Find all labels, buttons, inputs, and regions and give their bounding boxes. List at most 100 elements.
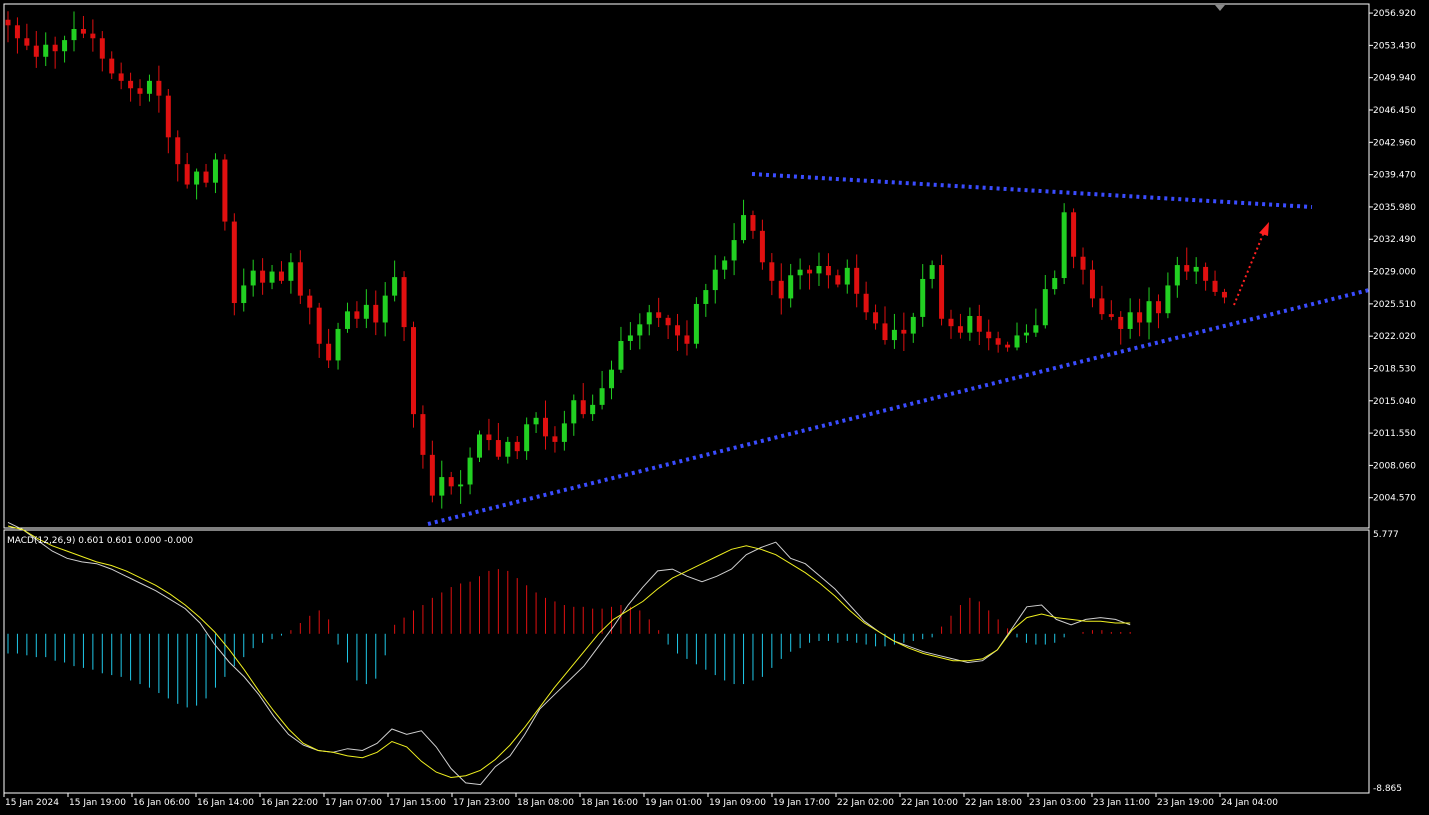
candle-body	[80, 28, 86, 34]
candle-body	[269, 271, 275, 283]
candle-body	[222, 159, 228, 222]
time-tick-label: 18 Jan 16:00	[581, 798, 638, 808]
time-tick-label: 16 Jan 14:00	[197, 798, 254, 808]
candle-body	[844, 267, 850, 285]
time-tick-label: 23 Jan 03:00	[1029, 798, 1086, 808]
candle-body	[712, 269, 718, 291]
candle-body	[1165, 285, 1171, 314]
candle-body	[552, 436, 558, 442]
macd-indicator-pane[interactable]	[3, 529, 1370, 794]
candle-body	[175, 137, 181, 165]
candle-body	[401, 277, 407, 328]
time-tick-label: 22 Jan 18:00	[965, 798, 1022, 808]
time-tick-label: 24 Jan 04:00	[1221, 798, 1278, 808]
price-tick-label: 2025.510	[1373, 300, 1416, 310]
candle-body	[307, 295, 313, 308]
time-tick-label: 15 Jan 19:00	[69, 798, 126, 808]
time-tick-label: 15 Jan 2024	[5, 798, 59, 808]
candle-body	[580, 400, 586, 415]
candle-body	[675, 325, 681, 336]
price-tick-label: 2008.060	[1373, 461, 1416, 471]
candle-body	[71, 28, 77, 41]
candle-body	[128, 80, 134, 89]
candle-body	[637, 324, 643, 336]
candle-body	[1099, 298, 1105, 315]
candle-body	[146, 80, 152, 94]
price-tick-label: 2022.020	[1373, 332, 1416, 342]
candle-body	[684, 335, 690, 344]
candle-body	[656, 312, 662, 318]
candle-body	[1014, 335, 1020, 348]
macd-signal-line	[7, 525, 1131, 779]
time-tick-label: 16 Jan 06:00	[133, 798, 190, 808]
candle-body	[1184, 265, 1190, 272]
price-tick-label: 2053.430	[1373, 41, 1416, 51]
candle-body	[939, 265, 945, 319]
candle-body	[250, 270, 256, 286]
candle-body	[1080, 256, 1086, 270]
candle-body	[891, 329, 897, 341]
candle-body	[920, 278, 926, 317]
candle-body	[807, 269, 813, 274]
candle-body	[373, 304, 379, 323]
candle-body	[33, 45, 39, 57]
macd-indicator-label: MACD(12,26,9) 0.601 0.601 0.000 -0.000	[7, 536, 193, 546]
candle-body	[835, 275, 841, 285]
time-axis[interactable]: 15 Jan 2024 15 Jan 19:00 16 Jan 06:00 16 Ja…	[3, 793, 1278, 808]
macd-axis-max-label: 5.777	[1373, 530, 1399, 540]
candle-body	[505, 441, 511, 457]
time-tick-label: 23 Jan 11:00	[1093, 798, 1150, 808]
candle-body	[750, 215, 756, 231]
candle-body	[278, 271, 284, 281]
candle-body	[873, 312, 879, 324]
candle-body	[184, 164, 190, 185]
candle-body	[665, 317, 671, 326]
candle-body	[863, 293, 869, 313]
macd-axis-min-label: -8.865	[1373, 784, 1402, 794]
time-tick-label: 19 Jan 01:00	[645, 798, 702, 808]
candle-body	[212, 159, 218, 183]
macd-main-line	[7, 521, 1131, 786]
candle-body	[316, 307, 322, 344]
candle-body	[14, 25, 20, 39]
macd-histogram	[7, 569, 1131, 708]
lower-trendline[interactable]	[427, 288, 1370, 526]
price-axis[interactable]: 2056.920 2053.430 2049.940 2046.450 2042.960…	[1369, 9, 1416, 504]
price-tick-label: 2029.000	[1373, 268, 1416, 278]
price-tick-label: 2056.920	[1373, 9, 1416, 19]
candle-body	[109, 58, 115, 74]
projection-arrow-line[interactable]	[1233, 231, 1265, 306]
upper-trendline[interactable]	[751, 172, 1313, 209]
price-tick-label: 2032.490	[1373, 235, 1416, 245]
candle-body	[137, 88, 143, 94]
candlestick-series	[5, 11, 1227, 509]
candle-body	[599, 388, 605, 405]
candle-body	[429, 454, 435, 496]
price-tick-label: 2046.450	[1373, 106, 1416, 116]
candle-body	[43, 44, 49, 57]
candle-body	[901, 329, 907, 334]
candle-body	[335, 328, 341, 361]
candle-body	[392, 277, 398, 296]
main-price-pane[interactable]	[3, 3, 1370, 529]
time-tick-label: 18 Jan 08:00	[517, 798, 574, 808]
candle-body	[52, 44, 58, 52]
chart-shift-marker-icon[interactable]	[1215, 5, 1225, 11]
candle-body	[486, 434, 492, 441]
candle-body	[759, 230, 765, 263]
time-tick-label: 23 Jan 19:00	[1157, 798, 1214, 808]
candle-body	[203, 171, 209, 183]
candle-body	[477, 434, 482, 458]
candle-body	[741, 215, 747, 241]
candle-body	[514, 441, 520, 452]
candle-body	[1221, 291, 1227, 298]
candle-body	[590, 404, 596, 415]
candle-body	[524, 424, 530, 452]
candle-body	[1212, 280, 1218, 292]
price-tick-label: 2049.940	[1373, 74, 1416, 84]
trading-chart[interactable]: 2056.920 2053.430 2049.940 2046.450 2042.960…	[0, 0, 1429, 815]
candle-body	[1203, 266, 1209, 281]
candle-body	[769, 262, 775, 281]
projection-arrowhead-icon	[1259, 222, 1269, 236]
trendline-group[interactable]	[427, 172, 1370, 526]
